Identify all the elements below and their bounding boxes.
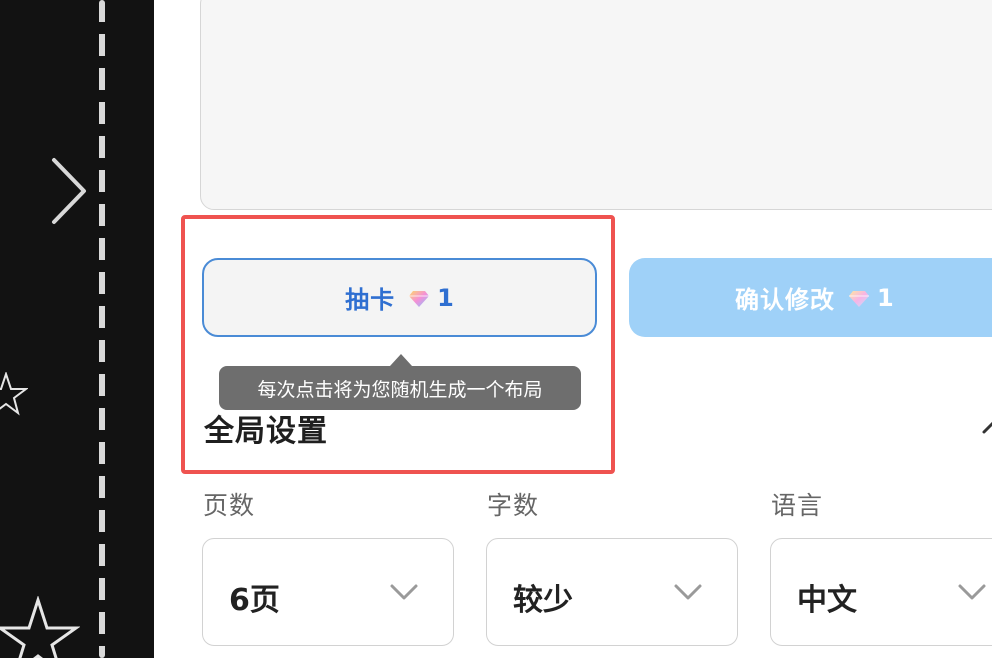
- pages-select[interactable]: 6页: [202, 538, 454, 646]
- pages-select-value: 6页: [229, 583, 280, 618]
- diamond-gem-icon: [849, 290, 869, 307]
- word-count-select-value: 较少: [513, 583, 573, 618]
- chevron-down-icon: [674, 584, 702, 600]
- pages-label: 页数: [203, 491, 256, 520]
- confirm-edit-button[interactable]: 确认修改 1: [629, 258, 992, 337]
- confirm-edit-cost: 1: [877, 283, 894, 312]
- chevron-up-icon[interactable]: [980, 412, 992, 440]
- word-count-label: 字数: [487, 491, 540, 520]
- star-icon: [0, 596, 80, 658]
- chevron-right-icon[interactable]: [46, 156, 90, 226]
- star-icon: [0, 372, 28, 416]
- confirm-edit-label: 确认修改: [735, 286, 835, 314]
- highlight-box: [181, 215, 615, 474]
- dashed-divider: [99, 0, 105, 658]
- language-select[interactable]: 中文: [770, 538, 992, 646]
- left-preview-strip: [0, 0, 154, 658]
- chevron-down-icon: [390, 584, 418, 600]
- chevron-down-icon: [958, 584, 986, 600]
- language-label: 语言: [771, 491, 824, 520]
- content-textarea[interactable]: [200, 0, 992, 210]
- language-select-value: 中文: [797, 583, 857, 618]
- word-count-select[interactable]: 较少: [486, 538, 738, 646]
